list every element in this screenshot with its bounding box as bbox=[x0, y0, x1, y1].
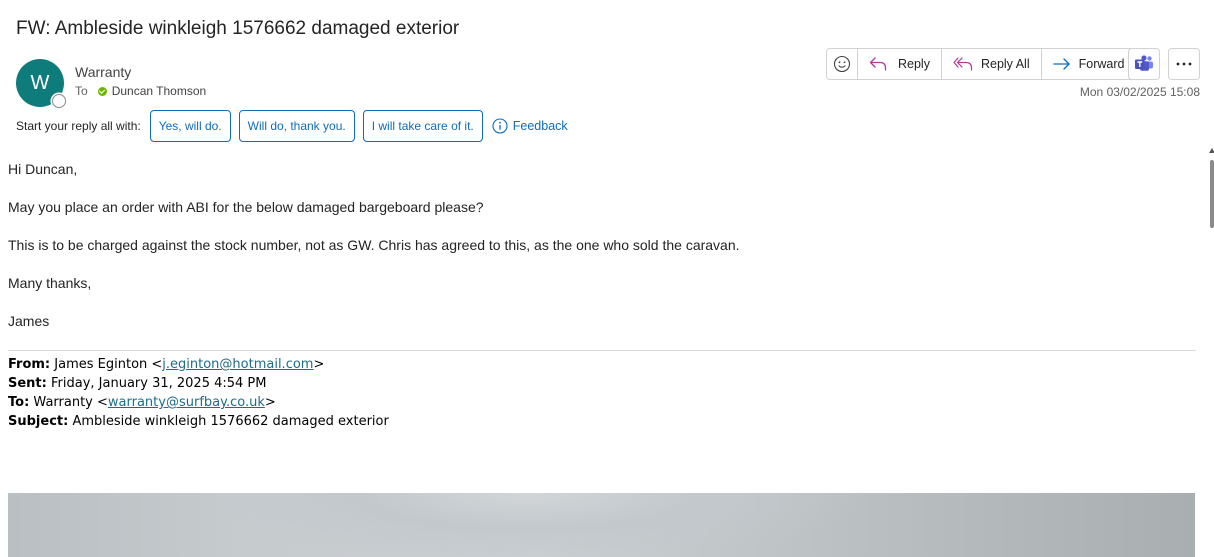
available-status-icon bbox=[97, 86, 107, 96]
forwarded-sent: Sent: Friday, January 31, 2025 4:54 PM bbox=[8, 376, 266, 391]
suggested-replies: Start your reply all with: Yes, will do.… bbox=[16, 110, 568, 142]
presence-status-icon bbox=[52, 94, 66, 108]
reply-button[interactable]: Reply bbox=[858, 49, 942, 79]
subject-value: Ambleside winkleigh 1576662 damaged exte… bbox=[72, 414, 389, 429]
emoji-icon bbox=[833, 55, 851, 73]
message-actions: Reply Reply All Forward bbox=[826, 48, 1137, 80]
sender-avatar[interactable]: W bbox=[16, 59, 66, 108]
reaction-button[interactable] bbox=[827, 49, 858, 79]
forwarded-from: From: James Eginton <j.eginton@hotmail.c… bbox=[8, 357, 324, 372]
body-signature: James bbox=[8, 313, 50, 329]
info-icon bbox=[492, 118, 508, 134]
teams-icon bbox=[1135, 55, 1153, 71]
feedback-link[interactable]: Feedback bbox=[492, 118, 568, 134]
email-subject: FW: Ambleside winkleigh 1576662 damaged … bbox=[16, 18, 460, 39]
suggested-reply-chip[interactable]: Yes, will do. bbox=[149, 110, 231, 142]
suggested-reply-chip[interactable]: I will take care of it. bbox=[362, 110, 483, 142]
forward-arrow-icon bbox=[1052, 58, 1070, 70]
from-name: James Eginton < bbox=[54, 357, 163, 372]
scroll-up-arrow-icon[interactable] bbox=[1209, 148, 1214, 153]
forwarded-to: To: Warranty <warranty@surfbay.co.uk> bbox=[8, 395, 276, 410]
more-actions-button[interactable] bbox=[1168, 48, 1200, 80]
suggested-reply-chip[interactable]: Will do, thank you. bbox=[238, 110, 355, 142]
to-header-label: To: bbox=[8, 395, 30, 410]
forward-label: Forward bbox=[1078, 57, 1125, 71]
to-end: > bbox=[264, 395, 276, 410]
forwarded-subject: Subject: Ambleside winkleigh 1576662 dam… bbox=[8, 414, 389, 429]
more-icon bbox=[1176, 62, 1192, 66]
body-paragraph: May you place an order with ABI for the … bbox=[8, 199, 484, 215]
to-email-link[interactable]: warranty@surfbay.co.uk bbox=[108, 395, 265, 410]
from-end: > bbox=[313, 357, 325, 372]
received-date: Mon 03/02/2025 15:08 bbox=[1079, 85, 1200, 99]
scrollbar-thumb[interactable] bbox=[1210, 160, 1214, 228]
reply-all-button[interactable]: Reply All bbox=[941, 49, 1042, 79]
feedback-label: Feedback bbox=[512, 119, 568, 133]
suggested-replies-label: Start your reply all with: bbox=[16, 119, 141, 133]
body-paragraph: This is to be charged against the stock … bbox=[8, 237, 740, 253]
reply-all-icon bbox=[953, 57, 973, 71]
subject-label: Subject: bbox=[8, 414, 69, 429]
reply-icon bbox=[869, 57, 887, 71]
teams-chat-button[interactable] bbox=[1128, 48, 1160, 80]
forward-button[interactable]: Forward bbox=[1041, 49, 1136, 79]
avatar-initial: W bbox=[30, 71, 50, 94]
to-label: To bbox=[75, 84, 88, 98]
forward-divider bbox=[8, 350, 1196, 351]
recipient-line: To Duncan Thomson bbox=[75, 84, 206, 98]
reply-label: Reply bbox=[898, 57, 930, 71]
reply-all-label: Reply All bbox=[980, 57, 1030, 71]
body-greeting: Hi Duncan, bbox=[8, 161, 78, 177]
to-name: Warranty < bbox=[33, 395, 108, 410]
attached-photo[interactable] bbox=[8, 493, 1195, 557]
sender-name[interactable]: Warranty bbox=[75, 64, 131, 80]
sent-label: Sent: bbox=[8, 376, 47, 391]
from-email-link[interactable]: j.eginton@hotmail.com bbox=[162, 357, 313, 372]
body-closing: Many thanks, bbox=[8, 275, 92, 291]
from-label: From: bbox=[8, 357, 51, 372]
recipient-name[interactable]: Duncan Thomson bbox=[112, 84, 207, 98]
sent-value: Friday, January 31, 2025 4:54 PM bbox=[51, 376, 267, 391]
